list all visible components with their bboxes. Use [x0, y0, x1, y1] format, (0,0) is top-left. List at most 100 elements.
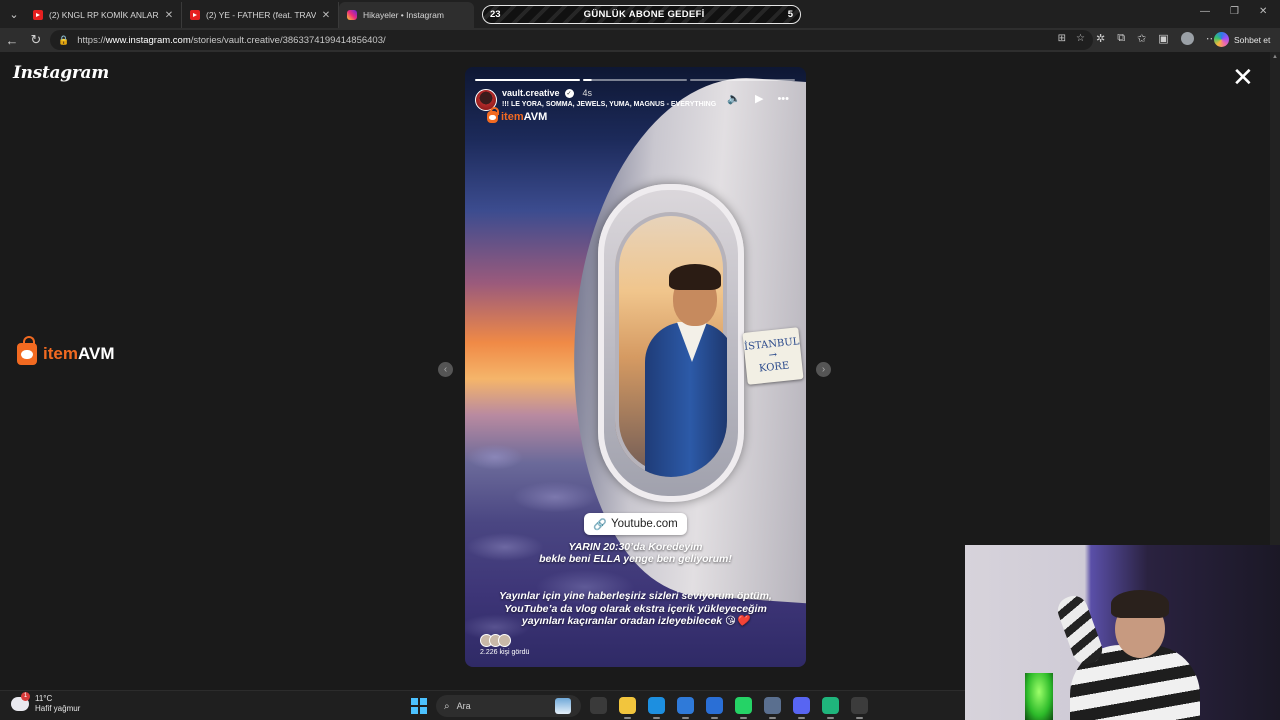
copilot-label: Sohbet et: [1234, 34, 1271, 45]
app-available-icon[interactable]: ⊞: [1058, 33, 1066, 44]
weather-widget[interactable]: 11°C Hafif yağmur: [11, 692, 81, 714]
caption-line: Yayınlar için yine haberleşiriz sizleri …: [499, 590, 772, 602]
caption-line: YARIN 20:30’da Koredeyim: [568, 541, 703, 553]
goal-target: 5: [787, 9, 793, 20]
close-tab-icon[interactable]: ✕: [163, 10, 175, 21]
brand-item-text: item: [43, 344, 78, 363]
caption-line: YouTube’a da vlog olarak ekstra içerik y…: [504, 602, 767, 615]
instagram-icon: [347, 10, 357, 20]
story-username[interactable]: vault.creative: [502, 88, 560, 98]
previous-story-arrow[interactable]: ‹: [438, 362, 453, 377]
collections-icon[interactable]: ▣: [1158, 32, 1168, 45]
profile-avatar[interactable]: [1180, 32, 1194, 45]
instagram-logo[interactable]: Instagram: [13, 63, 109, 83]
taskbar-search[interactable]: ⌕ Ara: [436, 695, 581, 717]
progress-segment: [690, 79, 796, 81]
brand-item-text: item: [501, 111, 524, 123]
url-path: /stories/vault.creative/3863374199414856…: [190, 34, 386, 46]
viewer-avatars: [480, 634, 529, 647]
restore-icon[interactable]: ❐: [1230, 6, 1239, 17]
network-app-icon[interactable]: [764, 697, 781, 719]
verified-badge-icon: ✓: [564, 88, 574, 98]
search-placeholder: Ara: [456, 701, 471, 711]
task-view-icon[interactable]: [590, 697, 607, 714]
progress-segment: [475, 79, 580, 81]
sponsor-logo-left: itemAVM: [17, 336, 115, 365]
green-light: [1025, 673, 1053, 720]
goal-current: 23: [490, 9, 501, 20]
play-icon[interactable]: ▶: [755, 92, 763, 105]
viewer-avatar: [498, 634, 511, 647]
sound-icon[interactable]: 🔈: [727, 92, 741, 105]
tab-kngl[interactable]: (2) KNGL RP KOMİK ANLAR #10 - ✕: [25, 2, 182, 28]
tab-actions-menu-icon[interactable]: ⌄: [3, 3, 25, 25]
youtube-link-sticker[interactable]: 🔗 Youtube.com: [584, 513, 687, 535]
story-caption-1: YARIN 20:30’da Koredeyim bekle beni ELLA…: [465, 541, 806, 565]
next-story-arrow[interactable]: ›: [816, 362, 831, 377]
file-explorer-icon[interactable]: [619, 697, 636, 719]
streamer-arm: [1053, 591, 1107, 669]
brand-avm-text: AVM: [77, 344, 115, 363]
mail-icon[interactable]: [706, 697, 723, 719]
edge-icon[interactable]: [648, 697, 665, 719]
close-tab-icon[interactable]: ✕: [320, 10, 332, 21]
story-card[interactable]: İSTANBUL → KORE vault.creative ✓ 4s !!! …: [465, 67, 806, 667]
story-music-label[interactable]: !!! LE YORA, SOMMA, JEWELS, YUMA, MAGNUS…: [502, 101, 720, 108]
webcam-overlay: [965, 545, 1280, 720]
refresh-icon[interactable]: ↻: [24, 28, 48, 52]
search-icon: ⌕: [444, 700, 450, 712]
viewer-count: 2.226 kişi gördü: [480, 649, 530, 656]
story-header: vault.creative ✓ 4s !!! LE YORA, SOMMA, …: [475, 87, 797, 113]
story-time: 4s: [582, 88, 593, 98]
app-green-icon[interactable]: [822, 697, 839, 719]
close-icon[interactable]: ✕: [1232, 64, 1254, 90]
tab-title: (2) KNGL RP KOMİK ANLAR #10 -: [49, 10, 159, 20]
store-icon[interactable]: [677, 697, 694, 719]
minimize-icon[interactable]: —: [1200, 6, 1210, 17]
address-bar[interactable]: 🔒 https://www.instagram.com/stories/vaul…: [50, 30, 1093, 50]
shopping-bag-icon: [487, 107, 499, 123]
tab-instagram[interactable]: Hikayeler • Instagram: [339, 2, 474, 28]
tab-title: (2) YE - FATHER (feat. TRAVIS SCOTT: [206, 10, 316, 20]
story-caption-2: Yayınlar için yine haberleşiriz sizleri …: [465, 590, 806, 628]
start-windows-icon[interactable]: [411, 698, 427, 714]
airplane-window: [615, 212, 727, 477]
lock-icon[interactable]: 🔒: [58, 35, 69, 46]
navigation-bar: ← ↻ 🔒 https://www.instagram.com/stories/…: [0, 28, 1280, 52]
more-options-icon[interactable]: •••: [777, 93, 789, 105]
extensions-icon[interactable]: ✲: [1096, 32, 1105, 45]
copilot-button[interactable]: Sohbet et: [1214, 32, 1270, 47]
copilot-icon: [1214, 32, 1229, 47]
subscriber-goal-overlay: 23 GÜNLÜK ABONE GEDEFİ 5: [482, 5, 801, 24]
split-screen-icon[interactable]: ⧉: [1117, 32, 1125, 45]
youtube-icon: [33, 10, 43, 20]
tab-ye-father[interactable]: (2) YE - FATHER (feat. TRAVIS SCOTT ✕: [182, 2, 339, 28]
url-host: www.instagram.com: [105, 34, 191, 46]
favorite-star-icon[interactable]: ☆: [1076, 33, 1085, 44]
person-hair: [669, 264, 721, 290]
istanbul-kore-sign: İSTANBUL → KORE: [742, 327, 804, 385]
music-text: !!! LE YORA, SOMMA, JEWELS, YUMA, MAGNUS…: [502, 101, 717, 108]
sponsor-logo-story: itemAVM: [487, 107, 547, 123]
sign-line2: KORE: [758, 360, 790, 375]
taskbar-apps: [590, 697, 868, 719]
obs-icon[interactable]: [851, 697, 868, 719]
favorites-icon[interactable]: ✩: [1137, 32, 1146, 45]
shopping-bag-icon: [17, 336, 37, 365]
search-highlight-icon: [555, 698, 571, 714]
weather-temp: 11°C: [35, 694, 53, 703]
discord-icon[interactable]: [793, 697, 810, 719]
youtube-icon: [190, 10, 200, 20]
close-window-icon[interactable]: ✕: [1259, 6, 1267, 17]
sign-arrow: →: [768, 349, 778, 362]
caption-line: bekle beni ELLA yenge ben geliyorum!: [539, 553, 732, 565]
back-icon[interactable]: ←: [0, 28, 24, 52]
story-viewers[interactable]: 2.226 kişi gördü: [480, 634, 529, 656]
link-icon: 🔗: [593, 518, 607, 531]
whatsapp-icon[interactable]: [735, 697, 752, 719]
story-username-row[interactable]: vault.creative ✓ 4s: [502, 88, 592, 98]
caption-line: yayınları kaçıranlar oradan izleyebilece…: [521, 615, 750, 627]
weather-desc: Hafif yağmur: [35, 704, 81, 713]
link-text: Youtube.com: [610, 518, 678, 530]
goal-title: GÜNLÜK ABONE GEDEFİ: [583, 9, 705, 20]
